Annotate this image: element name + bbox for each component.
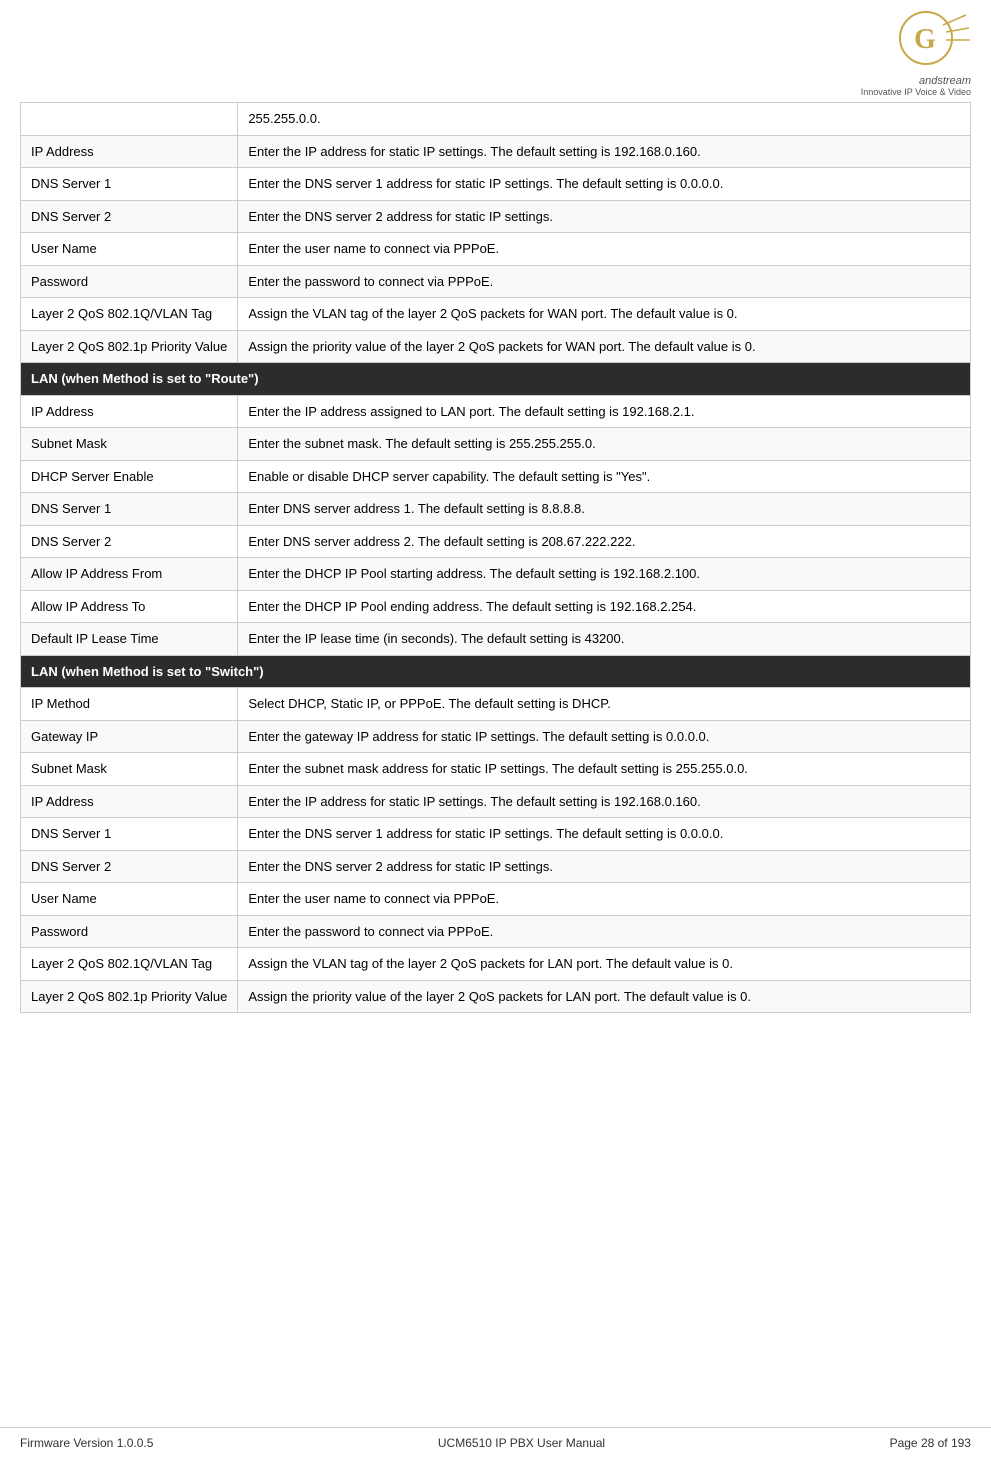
table-row: Layer 2 QoS 802.1Q/VLAN Tag Assign the V… [21,948,971,981]
table-row: Subnet Mask Enter the subnet mask addres… [21,753,971,786]
footer-firmware: Firmware Version 1.0.0.5 [20,1436,153,1450]
footer-product: UCM6510 IP PBX User Manual [438,1436,605,1450]
cell-value: Enter the user name to connect via PPPoE… [238,233,971,266]
section-title-route: LAN (when Method is set to "Route") [21,363,971,396]
cell-value: Assign the priority value of the layer 2… [238,330,971,363]
section-header-switch: LAN (when Method is set to "Switch") [21,655,971,688]
cell-label: DNS Server 1 [21,493,238,526]
cell-label: DNS Server 2 [21,200,238,233]
table-row: IP Method Select DHCP, Static IP, or PPP… [21,688,971,721]
cell-label: User Name [21,883,238,916]
cell-label: Subnet Mask [21,753,238,786]
cell-value: Select DHCP, Static IP, or PPPoE. The de… [238,688,971,721]
table-row: Default IP Lease Time Enter the IP lease… [21,623,971,656]
cell-value: Enter DNS server address 2. The default … [238,525,971,558]
table-row: User Name Enter the user name to connect… [21,883,971,916]
cell-label: User Name [21,233,238,266]
cell-value: 255.255.0.0. [238,103,971,136]
cell-value: Enter the DNS server 1 address for stati… [238,818,971,851]
cell-label: DNS Server 1 [21,818,238,851]
table-row: Layer 2 QoS 802.1Q/VLAN Tag Assign the V… [21,298,971,331]
table-row: Password Enter the password to connect v… [21,915,971,948]
table-row: Allow IP Address From Enter the DHCP IP … [21,558,971,591]
table-row: DNS Server 1 Enter the DNS server 1 addr… [21,818,971,851]
cell-label: DNS Server 1 [21,168,238,201]
cell-value: Assign the VLAN tag of the layer 2 QoS p… [238,298,971,331]
table-row: Allow IP Address To Enter the DHCP IP Po… [21,590,971,623]
table-row: Gateway IP Enter the gateway IP address … [21,720,971,753]
cell-value: Enter the DHCP IP Pool ending address. T… [238,590,971,623]
cell-label: Layer 2 QoS 802.1Q/VLAN Tag [21,298,238,331]
page-footer: Firmware Version 1.0.0.5 UCM6510 IP PBX … [0,1427,991,1450]
cell-value: Enter the password to connect via PPPoE. [238,915,971,948]
cell-label: Subnet Mask [21,428,238,461]
cell-label: Allow IP Address From [21,558,238,591]
cell-label: IP Address [21,135,238,168]
cell-value: Enable or disable DHCP server capability… [238,460,971,493]
cell-label: IP Address [21,395,238,428]
cell-value: Assign the priority value of the layer 2… [238,980,971,1013]
table-row: DHCP Server Enable Enable or disable DHC… [21,460,971,493]
cell-value: Enter the DNS server 2 address for stati… [238,850,971,883]
cell-value: Assign the VLAN tag of the layer 2 QoS p… [238,948,971,981]
cell-label: DHCP Server Enable [21,460,238,493]
logo-brand: andstream [919,75,971,87]
table-row: Subnet Mask Enter the subnet mask. The d… [21,428,971,461]
cell-value: Enter the DHCP IP Pool starting address.… [238,558,971,591]
cell-label: DNS Server 2 [21,850,238,883]
table-row: Layer 2 QoS 802.1p Priority Value Assign… [21,330,971,363]
table-row: IP Address Enter the IP address for stat… [21,785,971,818]
main-content: 255.255.0.0. IP Address Enter the IP add… [0,102,991,1013]
table-row: 255.255.0.0. [21,103,971,136]
cell-label: IP Method [21,688,238,721]
cell-value: Enter the DNS server 2 address for stati… [238,200,971,233]
cell-label: Gateway IP [21,720,238,753]
cell-label: Allow IP Address To [21,590,238,623]
grandstream-logo: G [881,10,971,75]
table-row: DNS Server 2 Enter DNS server address 2.… [21,525,971,558]
cell-value: Enter the subnet mask address for static… [238,753,971,786]
cell-value: Enter the user name to connect via PPPoE… [238,883,971,916]
cell-label: DNS Server 2 [21,525,238,558]
table-row: DNS Server 2 Enter the DNS server 2 addr… [21,850,971,883]
cell-value: Enter the gateway IP address for static … [238,720,971,753]
logo-area: G andstream Innovative IP Voice & Video [861,10,971,97]
cell-value: Enter the subnet mask. The default setti… [238,428,971,461]
cell-label: Layer 2 QoS 802.1p Priority Value [21,980,238,1013]
settings-table: 255.255.0.0. IP Address Enter the IP add… [20,102,971,1013]
logo-tagline: Innovative IP Voice & Video [861,87,971,97]
cell-value: Enter the IP lease time (in seconds). Th… [238,623,971,656]
cell-label: IP Address [21,785,238,818]
table-row: DNS Server 1 Enter the DNS server 1 addr… [21,168,971,201]
cell-value: Enter the password to connect via PPPoE. [238,265,971,298]
footer-page: Page 28 of 193 [890,1436,971,1450]
table-row: IP Address Enter the IP address for stat… [21,135,971,168]
page-header: G andstream Innovative IP Voice & Video [0,0,991,102]
table-row: Password Enter the password to connect v… [21,265,971,298]
cell-label: Password [21,265,238,298]
cell-value: Enter the DNS server 1 address for stati… [238,168,971,201]
table-row: Layer 2 QoS 802.1p Priority Value Assign… [21,980,971,1013]
section-header-route: LAN (when Method is set to "Route") [21,363,971,396]
section-title-switch: LAN (when Method is set to "Switch") [21,655,971,688]
cell-label: Password [21,915,238,948]
cell-value: Enter the IP address for static IP setti… [238,785,971,818]
table-row: IP Address Enter the IP address assigned… [21,395,971,428]
cell-label [21,103,238,136]
cell-value: Enter DNS server address 1. The default … [238,493,971,526]
cell-value: Enter the IP address for static IP setti… [238,135,971,168]
table-row: DNS Server 1 Enter DNS server address 1.… [21,493,971,526]
cell-label: Layer 2 QoS 802.1Q/VLAN Tag [21,948,238,981]
svg-text:G: G [914,24,936,55]
table-row: DNS Server 2 Enter the DNS server 2 addr… [21,200,971,233]
cell-label: Layer 2 QoS 802.1p Priority Value [21,330,238,363]
table-row: User Name Enter the user name to connect… [21,233,971,266]
cell-label: Default IP Lease Time [21,623,238,656]
cell-value: Enter the IP address assigned to LAN por… [238,395,971,428]
